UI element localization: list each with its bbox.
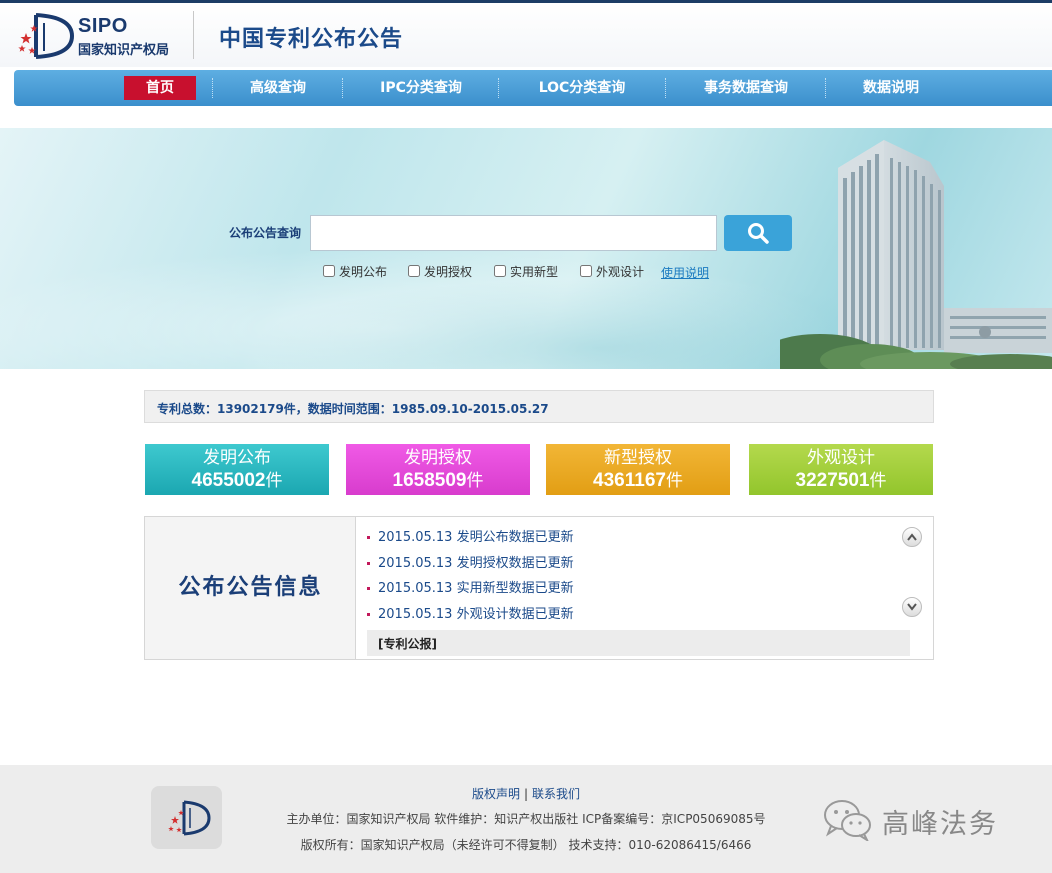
nav-item-ipc-search[interactable]: IPC分类查询 — [344, 70, 498, 106]
stats-bar: 专利总数：13902179件，数据时间范围：1985.09.10-2015.05… — [144, 390, 934, 423]
sipo-emblem-icon — [18, 13, 75, 59]
usage-help-link[interactable]: 使用说明 — [661, 264, 709, 281]
tile-count: 4361167件 — [546, 470, 730, 492]
tile-name: 发明公布 — [203, 448, 271, 468]
office-building-image — [780, 140, 1052, 369]
nav-item-home[interactable]: 首页 — [124, 70, 196, 106]
nav-separator — [665, 78, 666, 98]
tile-invention-grant[interactable]: 发明授权 1658509件 — [346, 444, 530, 495]
tile-utility-grant[interactable]: 新型授权 4361167件 — [546, 444, 730, 495]
header-divider — [193, 11, 194, 59]
logo-text-en: SIPO — [78, 15, 128, 37]
tile-count: 1658509件 — [346, 470, 530, 492]
copyright-link[interactable]: 版权声明 — [472, 787, 520, 801]
search-button[interactable] — [724, 215, 792, 251]
tile-count-value: 1658509 — [392, 470, 467, 491]
search-label: 公布公告查询 — [229, 226, 302, 240]
tile-count: 4655002件 — [145, 470, 329, 492]
option-checkbox[interactable] — [323, 265, 335, 277]
option-label: 发明授权 — [424, 264, 473, 279]
tile-design[interactable]: 外观设计 3227501件 — [749, 444, 933, 495]
option-label: 实用新型 — [510, 264, 559, 279]
news-list: 2015.05.13 发明公布数据已更新 2015.05.13 发明授权数据已更… — [367, 528, 574, 630]
gazette-link[interactable]: [专利公报] — [378, 635, 437, 652]
scroll-up-button[interactable] — [902, 527, 922, 547]
list-item[interactable]: 2015.05.13 外观设计数据已更新 — [367, 605, 574, 631]
tile-invention-publication[interactable]: 发明公布 4655002件 — [145, 444, 329, 495]
tile-unit: 件 — [466, 471, 484, 491]
tile-count-value: 3227501 — [795, 470, 870, 491]
nav-item-advanced-search[interactable]: 高级查询 — [214, 70, 342, 106]
option-checkbox[interactable] — [580, 265, 592, 277]
nav-item-transaction-search[interactable]: 事务数据查询 — [667, 70, 825, 106]
option-label: 外观设计 — [596, 264, 645, 279]
tile-name: 新型授权 — [604, 448, 672, 468]
chevron-down-icon — [907, 603, 917, 611]
list-item[interactable]: 2015.05.13 实用新型数据已更新 — [367, 579, 574, 605]
list-item[interactable]: 2015.05.13 发明公布数据已更新 — [367, 528, 574, 554]
site-footer: 版权声明 | 联系我们 主办单位：国家知识产权局 软件维护：知识产权出版社 ICP备… — [0, 765, 1052, 873]
nav-separator — [212, 78, 213, 98]
nav-separator — [342, 78, 343, 98]
tile-name: 外观设计 — [807, 448, 875, 468]
tile-unit: 件 — [265, 471, 283, 491]
nav-separator — [825, 78, 826, 98]
site-header: SIPO 国家知识产权局 中国专利公布公告 — [0, 3, 1052, 67]
tile-count-value: 4655002 — [191, 470, 266, 491]
contact-link[interactable]: 联系我们 — [532, 787, 580, 801]
tile-name: 发明授权 — [404, 448, 472, 468]
search-icon — [748, 223, 769, 244]
stats-text: 专利总数：13902179件，数据时间范围：1985.09.10-2015.05… — [157, 402, 549, 416]
site-title: 中国专利公布公告 — [219, 27, 404, 52]
list-item[interactable]: 2015.05.13 发明授权数据已更新 — [367, 554, 574, 580]
scroll-down-button[interactable] — [902, 597, 922, 617]
gazette-bar: [专利公报] — [367, 630, 910, 656]
tile-unit: 件 — [665, 471, 683, 491]
notice-title: 公布公告信息 — [178, 575, 323, 600]
option-checkbox[interactable] — [408, 265, 420, 277]
notice-panel: 公布公告信息 2015.05.13 发明公布数据已更新 2015.05.13 发… — [144, 516, 934, 660]
main-nav: 首页 高级查询 IPC分类查询 LOC分类查询 事务数据查询 数据说明 — [14, 70, 1052, 106]
option-design[interactable]: 外观设计 — [580, 263, 644, 279]
tile-unit: 件 — [869, 471, 887, 491]
option-invention-publication[interactable]: 发明公布 — [323, 263, 387, 279]
logo-text-cn: 国家知识产权局 — [78, 43, 170, 58]
option-checkbox[interactable] — [494, 265, 506, 277]
wechat-watermark: 高峰法务 — [822, 797, 1032, 841]
tile-count-value: 4361167 — [593, 470, 666, 491]
nav-separator — [498, 78, 499, 98]
chevron-up-icon — [907, 533, 917, 541]
wechat-watermark-text: 高峰法务 — [882, 809, 998, 840]
option-label: 发明公布 — [339, 264, 388, 279]
nav-item-loc-search[interactable]: LOC分类查询 — [500, 70, 664, 106]
nav-item-data-info[interactable]: 数据说明 — [827, 70, 955, 106]
notice-heading-box: 公布公告信息 — [145, 517, 356, 659]
wechat-icon — [824, 800, 871, 841]
nav-label: 首页 — [124, 76, 196, 100]
footer-link-divider: | — [523, 787, 529, 801]
search-input[interactable] — [310, 215, 717, 251]
option-invention-grant[interactable]: 发明授权 — [408, 263, 472, 279]
search-banner: 公布公告查询 发明公布 发明授权 实用新型 外观设计 使用说明 — [0, 128, 1052, 369]
option-utility-model[interactable]: 实用新型 — [494, 263, 558, 279]
tile-count: 3227501件 — [749, 470, 933, 492]
